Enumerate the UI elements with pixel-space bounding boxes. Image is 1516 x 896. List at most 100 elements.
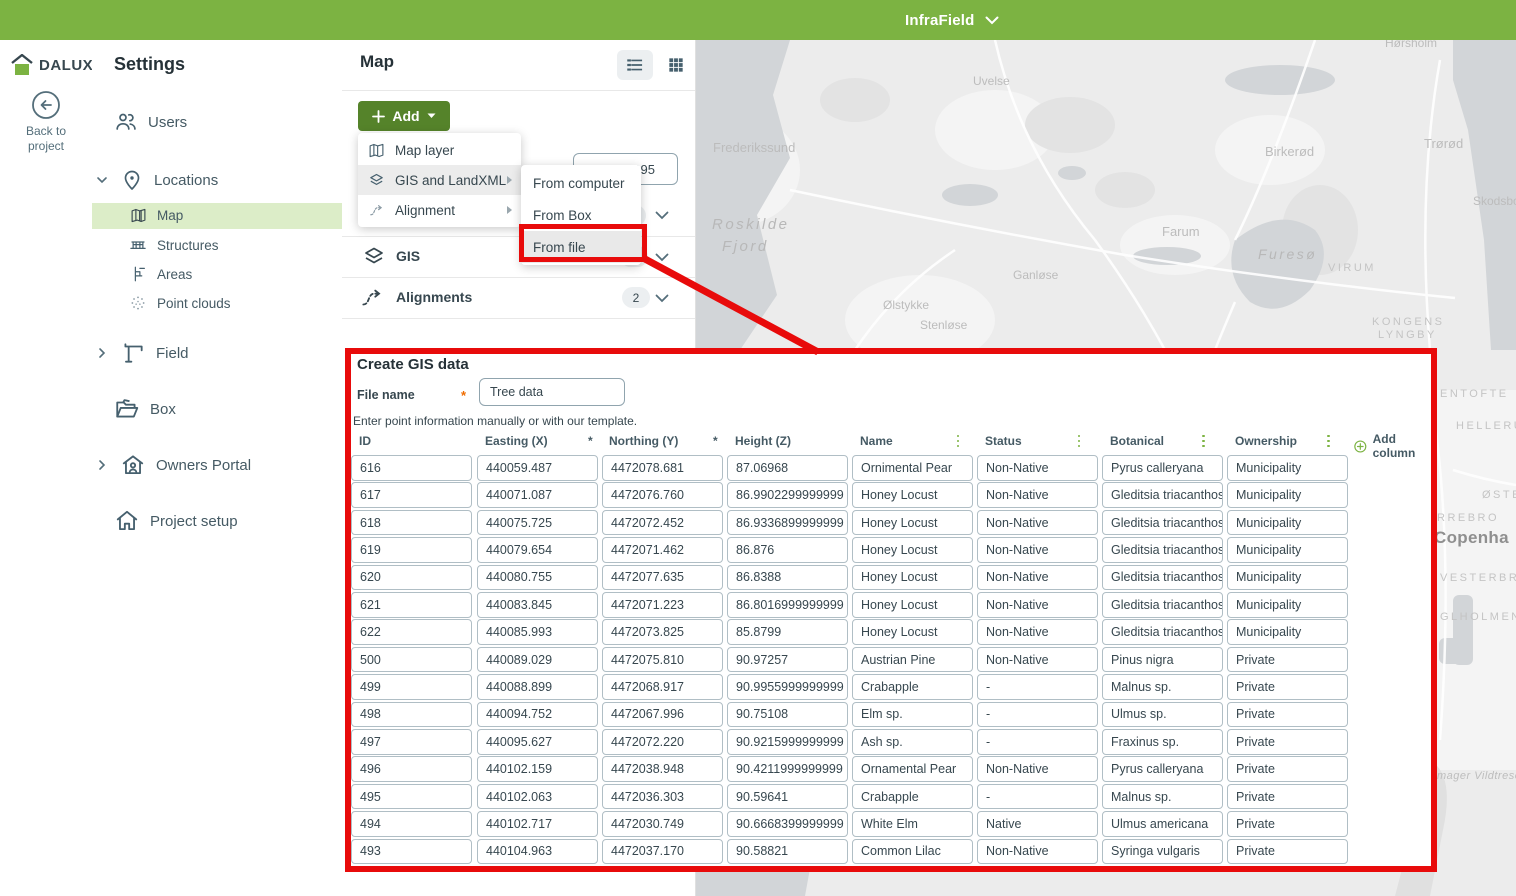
- cell-ownership[interactable]: Private: [1227, 839, 1348, 865]
- cell-easting[interactable]: 440080.755: [477, 565, 598, 591]
- cell-name[interactable]: Honey Locust: [852, 592, 973, 618]
- cell-ownership[interactable]: Municipality: [1227, 619, 1348, 645]
- cell-height[interactable]: 86.9336899999999: [727, 510, 848, 536]
- sidebar-item-box[interactable]: Box: [114, 396, 176, 422]
- cell-status[interactable]: Non-Native: [977, 565, 1098, 591]
- cell-northing[interactable]: 4472067.996: [602, 702, 723, 728]
- cell-name[interactable]: Common Lilac: [852, 839, 973, 865]
- cell-ownership[interactable]: Private: [1227, 756, 1348, 782]
- cell-botanical[interactable]: Ulmus americana: [1102, 811, 1223, 837]
- cell-northing[interactable]: 4472076.760: [602, 482, 723, 508]
- cell-height[interactable]: 90.9955999999999: [727, 674, 848, 700]
- menu-item-map-layer[interactable]: Map layer: [358, 135, 521, 165]
- cell-botanical[interactable]: Malnus sp.: [1102, 674, 1223, 700]
- cell-ownership[interactable]: Municipality: [1227, 455, 1348, 481]
- cell-height[interactable]: 90.4211999999999: [727, 756, 848, 782]
- cell-botanical[interactable]: Malnus sp.: [1102, 784, 1223, 810]
- cell-easting[interactable]: 440088.899: [477, 674, 598, 700]
- cell-easting[interactable]: 440102.159: [477, 756, 598, 782]
- cell-ownership[interactable]: Municipality: [1227, 537, 1348, 563]
- cell-botanical[interactable]: Pyrus calleryana: [1102, 455, 1223, 481]
- column-menu-icon[interactable]: [1327, 435, 1330, 448]
- cell-ownership[interactable]: Private: [1227, 811, 1348, 837]
- project-switcher[interactable]: InfraField: [905, 0, 999, 40]
- cell-name[interactable]: Crabapple: [852, 674, 973, 700]
- cell-status[interactable]: -: [977, 702, 1098, 728]
- cell-name[interactable]: Honey Locust: [852, 510, 973, 536]
- cell-name[interactable]: Ash sp.: [852, 729, 973, 755]
- cell-status[interactable]: Non-Native: [977, 482, 1098, 508]
- cell-easting[interactable]: 440083.845: [477, 592, 598, 618]
- cell-northing[interactable]: 4472036.303: [602, 784, 723, 810]
- cell-height[interactable]: 86.8016999999999: [727, 592, 848, 618]
- sidebar-item-field[interactable]: Field: [114, 340, 189, 366]
- cell-easting[interactable]: 440094.752: [477, 702, 598, 728]
- cell-northing[interactable]: 4472072.220: [602, 729, 723, 755]
- cell-status[interactable]: Non-Native: [977, 537, 1098, 563]
- sidebar-item-structures[interactable]: Structures: [129, 236, 219, 254]
- sidebar-item-map[interactable]: Map: [130, 207, 183, 224]
- column-menu-icon[interactable]: [1078, 435, 1081, 448]
- cell-status[interactable]: Non-Native: [977, 839, 1098, 865]
- column-menu-icon[interactable]: [1202, 435, 1205, 448]
- cell-id[interactable]: 619: [351, 537, 472, 563]
- cell-botanical[interactable]: Gleditsia triacanthos: [1102, 510, 1223, 536]
- cell-ownership[interactable]: Private: [1227, 647, 1348, 673]
- cell-ownership[interactable]: Municipality: [1227, 510, 1348, 536]
- cell-botanical[interactable]: Gleditsia triacanthos: [1102, 619, 1223, 645]
- cell-height[interactable]: 87.06968: [727, 455, 848, 481]
- add-button[interactable]: Add: [358, 101, 450, 131]
- cell-name[interactable]: Ornimental Pear: [852, 455, 973, 481]
- cell-botanical[interactable]: Syringa vulgaris: [1102, 839, 1223, 865]
- cell-id[interactable]: 621: [351, 592, 472, 618]
- cell-name[interactable]: Honey Locust: [852, 537, 973, 563]
- cell-easting[interactable]: 440059.487: [477, 455, 598, 481]
- file-name-input[interactable]: Tree data: [479, 378, 625, 406]
- grid-view-button[interactable]: [658, 50, 694, 80]
- cell-id[interactable]: 496: [351, 756, 472, 782]
- cell-easting[interactable]: 440102.717: [477, 811, 598, 837]
- cell-name[interactable]: Crabapple: [852, 784, 973, 810]
- cell-status[interactable]: Non-Native: [977, 647, 1098, 673]
- cell-botanical[interactable]: Gleditsia triacanthos: [1102, 565, 1223, 591]
- cell-id[interactable]: 617: [351, 482, 472, 508]
- cell-name[interactable]: Honey Locust: [852, 619, 973, 645]
- cell-northing[interactable]: 4472073.825: [602, 619, 723, 645]
- cell-status[interactable]: -: [977, 674, 1098, 700]
- cell-botanical[interactable]: Gleditsia triacanthos: [1102, 537, 1223, 563]
- cell-northing[interactable]: 4472030.749: [602, 811, 723, 837]
- cell-ownership[interactable]: Municipality: [1227, 482, 1348, 508]
- list-view-button[interactable]: [617, 50, 653, 80]
- cell-northing[interactable]: 4472071.462: [602, 537, 723, 563]
- cell-height[interactable]: 90.58821: [727, 839, 848, 865]
- cell-status[interactable]: Non-Native: [977, 756, 1098, 782]
- cell-botanical[interactable]: Fraxinus sp.: [1102, 729, 1223, 755]
- cell-easting[interactable]: 440102.063: [477, 784, 598, 810]
- cell-id[interactable]: 495: [351, 784, 472, 810]
- cell-easting[interactable]: 440085.993: [477, 619, 598, 645]
- cell-height[interactable]: 90.9215999999999: [727, 729, 848, 755]
- cell-id[interactable]: 616: [351, 455, 472, 481]
- cell-id[interactable]: 500: [351, 647, 472, 673]
- cell-botanical[interactable]: Pyrus calleryana: [1102, 756, 1223, 782]
- cell-ownership[interactable]: Municipality: [1227, 592, 1348, 618]
- cell-height[interactable]: 85.8799: [727, 619, 848, 645]
- cell-ownership[interactable]: Private: [1227, 784, 1348, 810]
- cell-id[interactable]: 494: [351, 811, 472, 837]
- cell-status[interactable]: Native: [977, 811, 1098, 837]
- cell-status[interactable]: -: [977, 784, 1098, 810]
- back-to-project-button[interactable]: Back to project: [0, 90, 92, 154]
- cell-status[interactable]: Non-Native: [977, 455, 1098, 481]
- cell-easting[interactable]: 440075.725: [477, 510, 598, 536]
- submenu-item-from-box[interactable]: From Box: [521, 199, 641, 231]
- cell-status[interactable]: Non-Native: [977, 592, 1098, 618]
- menu-item-gis-landxml[interactable]: GIS and LandXML: [358, 165, 521, 195]
- cell-easting[interactable]: 440071.087: [477, 482, 598, 508]
- cell-northing[interactable]: 4472068.917: [602, 674, 723, 700]
- cell-height[interactable]: 90.75108: [727, 702, 848, 728]
- cell-northing[interactable]: 4472037.170: [602, 839, 723, 865]
- cell-name[interactable]: Honey Locust: [852, 565, 973, 591]
- cell-height[interactable]: 90.6668399999999: [727, 811, 848, 837]
- cell-ownership[interactable]: Private: [1227, 702, 1348, 728]
- cell-easting[interactable]: 440089.029: [477, 647, 598, 673]
